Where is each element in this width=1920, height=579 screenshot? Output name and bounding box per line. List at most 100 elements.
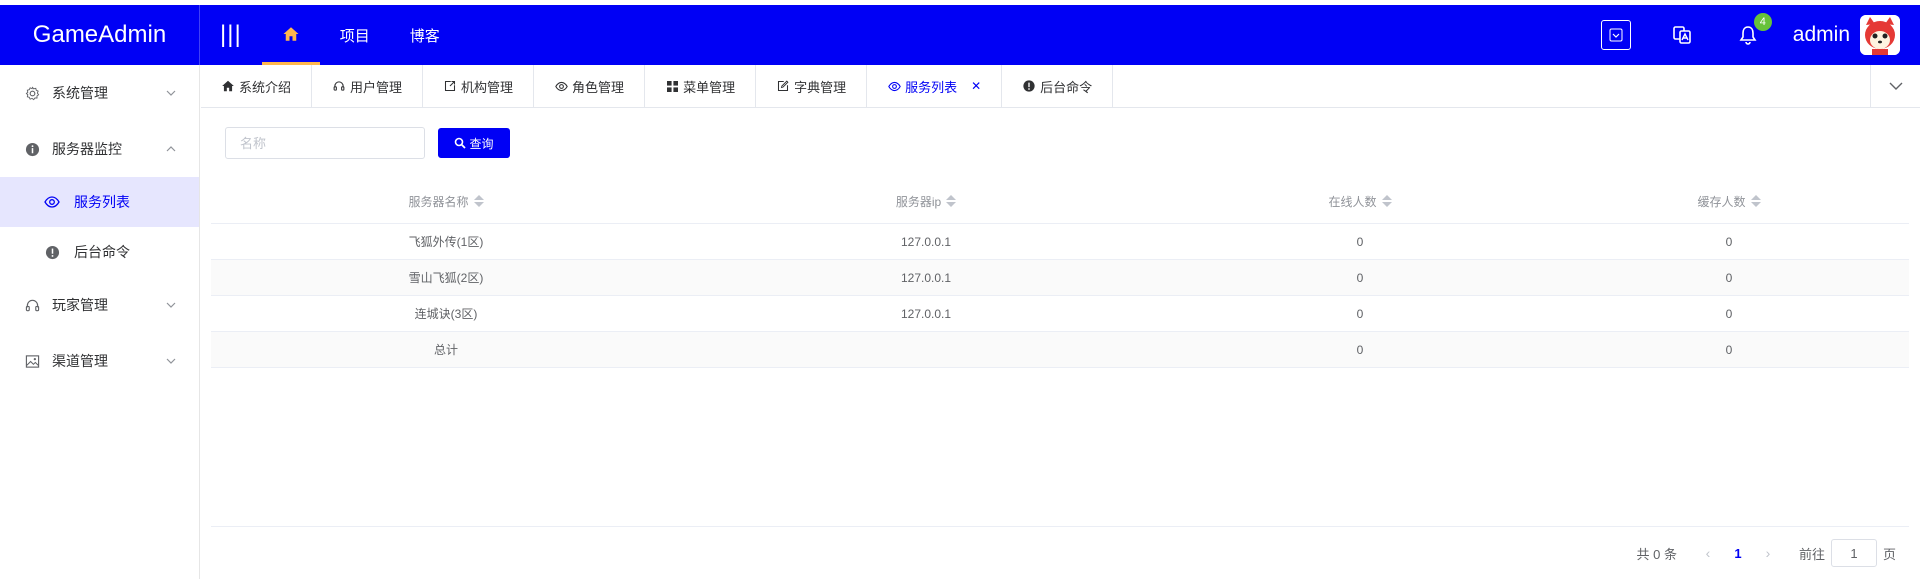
fullscreen-icon (1600, 20, 1631, 50)
nav-home[interactable] (261, 5, 320, 65)
table-row-total[interactable]: 总计 0 0 (211, 332, 1909, 368)
prev-page-button[interactable]: ‹ (1693, 545, 1723, 561)
table-row[interactable]: 连城诀(3区) 127.0.0.1 0 0 (211, 296, 1909, 332)
tab-label: 机构管理 (461, 79, 514, 95)
notification-badge: 4 (1753, 13, 1772, 31)
tab-system-intro[interactable]: 系统介绍 (201, 65, 313, 107)
table-row[interactable]: 飞狐外传(1区) 127.0.0.1 0 0 (211, 224, 1909, 260)
cell-cache-count: 0 (1725, 270, 1733, 285)
pagination-total: 共 0 条 (1636, 546, 1677, 562)
cell-cache-count: 0 (1725, 306, 1733, 321)
nav-project[interactable]: 项目 (320, 5, 390, 65)
eye-icon (554, 79, 568, 93)
goto-page-input[interactable] (1830, 539, 1877, 567)
sidebar-item-server-list[interactable]: 服务列表 (0, 177, 199, 227)
cell-server-ip (681, 332, 1171, 367)
chevron-down-icon (166, 358, 176, 364)
close-icon[interactable]: ✕ (971, 79, 981, 93)
language-button[interactable] (1666, 19, 1698, 51)
top-header: GameAdmin ||| 项目 博客 4 admin (0, 5, 1920, 65)
column-header-server-ip[interactable]: 服务器ip (681, 179, 1171, 223)
tab-server-list[interactable]: 服务列表 ✕ (867, 65, 1003, 107)
user-name[interactable]: admin (1793, 23, 1850, 47)
cell-server-ip: 127.0.0.1 (900, 270, 952, 285)
sidebar-item-channels[interactable]: 渠道管理 (0, 333, 199, 389)
sidebar: 系统管理 服务器监控 服务列表 后台命令 玩家管理 渠道管理 (0, 65, 200, 579)
column-header-label: 服务器名称 (408, 194, 469, 209)
info-icon (24, 141, 40, 157)
tab-org-management[interactable]: 机构管理 (423, 65, 535, 107)
tab-admin-command[interactable]: 后台命令 (1002, 65, 1114, 107)
column-header-label: 在线人数 (1328, 194, 1377, 209)
gear-icon (24, 85, 40, 101)
tab-role-management[interactable]: 角色管理 (534, 65, 646, 107)
pagination: 共 0 条 ‹ 1 › 前往 页 (1636, 539, 1896, 567)
menu-collapse-toggle[interactable]: ||| (200, 5, 262, 65)
goto-unit: 页 (1882, 546, 1896, 562)
cell-online-count: 0 (1356, 234, 1364, 249)
cell-cache-count: 0 (1725, 234, 1733, 249)
sort-icon[interactable] (946, 195, 957, 207)
tab-label: 角色管理 (572, 79, 625, 95)
column-header-online-count[interactable]: 在线人数 (1171, 179, 1549, 223)
fullscreen-button[interactable] (1600, 19, 1632, 51)
sidebar-item-players[interactable]: 玩家管理 (0, 277, 199, 333)
tab-label: 系统介绍 (239, 79, 292, 95)
alert-icon (44, 244, 60, 260)
sidebar-item-admin-command[interactable]: 后台命令 (0, 227, 199, 277)
page-number[interactable]: 1 (1723, 546, 1753, 561)
tab-user-management[interactable]: 用户管理 (312, 65, 424, 107)
tab-label: 服务列表 (905, 79, 958, 95)
edit-icon (776, 79, 790, 93)
sidebar-item-label: 服务列表 (74, 194, 130, 210)
tab-label: 用户管理 (350, 79, 403, 95)
cell-online-count: 0 (1356, 306, 1364, 321)
sidebar-item-label: 系统管理 (52, 85, 108, 101)
nav-blog[interactable]: 博客 (390, 5, 460, 65)
top-nav: ||| 项目 博客 (200, 5, 460, 65)
tab-label: 字典管理 (794, 79, 847, 95)
sidebar-item-system[interactable]: 系统管理 (0, 65, 199, 121)
bell-icon (1739, 26, 1757, 45)
tab-dictionary-management[interactable]: 字典管理 (756, 65, 868, 107)
cell-online-count: 0 (1356, 270, 1364, 285)
external-link-icon (443, 79, 457, 93)
avatar[interactable] (1860, 15, 1900, 55)
headset-icon (332, 79, 346, 93)
eye-icon (887, 79, 901, 93)
tabs-more-button[interactable] (1870, 65, 1920, 107)
home-icon (283, 26, 299, 41)
cell-server-ip: 127.0.0.1 (900, 306, 952, 321)
chevron-down-icon (166, 302, 176, 308)
tab-menu-management[interactable]: 菜单管理 (645, 65, 757, 107)
picture-icon (24, 353, 40, 369)
tab-label: 后台命令 (1040, 79, 1093, 95)
sort-icon[interactable] (473, 195, 484, 207)
sidebar-item-label: 玩家管理 (52, 297, 108, 313)
divider (211, 526, 1909, 527)
home-icon (221, 79, 235, 93)
column-header-cache-count[interactable]: 缓存人数 (1549, 179, 1909, 223)
column-header-label: 服务器ip (895, 194, 942, 209)
search-icon (455, 137, 467, 149)
sidebar-item-label: 渠道管理 (52, 353, 108, 369)
search-input[interactable] (225, 127, 425, 159)
cell-server-name: 雪山飞狐(2区) (408, 271, 484, 285)
sort-icon[interactable] (1750, 195, 1761, 207)
app-logo[interactable]: GameAdmin (0, 5, 200, 65)
headset-icon (24, 297, 40, 313)
translate-icon (1672, 26, 1691, 44)
goto-label: 前往 (1798, 546, 1825, 562)
table-row[interactable]: 雪山飞狐(2区) 127.0.0.1 0 0 (211, 260, 1909, 296)
next-page-button[interactable]: › (1753, 545, 1783, 561)
notification-button[interactable]: 4 (1732, 13, 1772, 51)
sidebar-item-label: 服务器监控 (52, 141, 122, 157)
alert-icon (1022, 79, 1036, 93)
sidebar-item-server-monitor[interactable]: 服务器监控 (0, 121, 199, 177)
sort-icon[interactable] (1381, 195, 1392, 207)
cell-server-ip: 127.0.0.1 (900, 234, 952, 249)
column-header-server-name[interactable]: 服务器名称 (211, 179, 681, 223)
table-header-row: 服务器名称 服务器ip 在线人数 缓存人数 (211, 179, 1909, 224)
cell-server-name: 连城诀(3区) (414, 307, 478, 321)
query-button[interactable]: 查询 (438, 128, 510, 158)
